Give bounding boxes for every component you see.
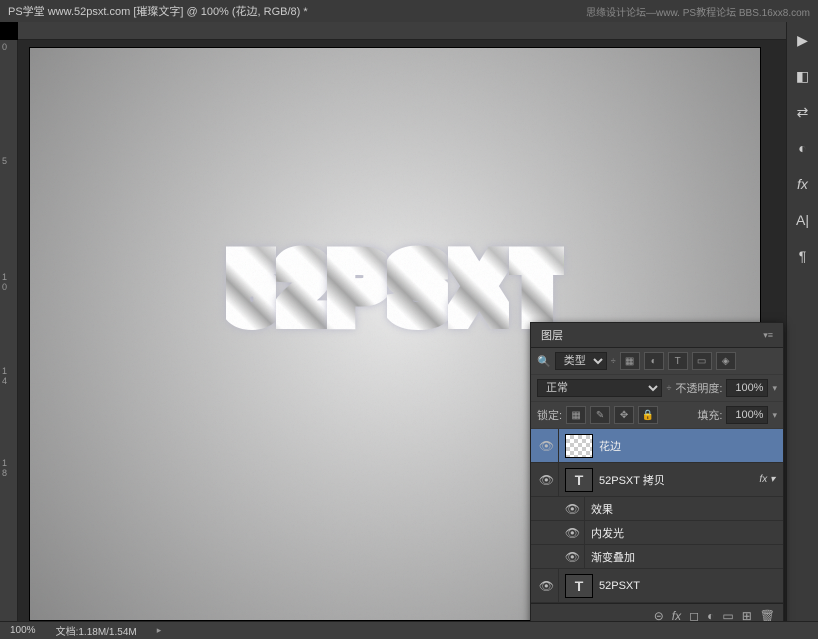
fx-badge[interactable]: fx ▾ [759, 474, 775, 485]
effect-label: 渐变叠加 [591, 549, 779, 565]
search-icon[interactable]: 🔍 [537, 355, 551, 368]
layer-thumbnail[interactable]: T [565, 468, 593, 492]
lock-row: 锁定: ▦ ✎ ✥ 🔒 填充: ▾ [531, 402, 783, 429]
lock-position-icon[interactable]: ✥ [614, 406, 634, 424]
layer-name[interactable]: 52PSXT 拷贝 [599, 472, 753, 488]
filter-row: 🔍 类型 ÷ ▦ ◐ T ▭ ◈ [531, 348, 783, 375]
filter-type-select[interactable]: 类型 [555, 352, 607, 370]
visibility-icon[interactable]: 👁 [561, 521, 585, 544]
fill-dropdown-icon[interactable]: ▾ [772, 410, 777, 421]
effect-inner-glow-row[interactable]: 👁 内发光 [531, 521, 783, 545]
visibility-icon[interactable]: 👁 [535, 429, 559, 462]
art-char-2: 2 [276, 234, 326, 342]
horizontal-ruler [18, 22, 786, 40]
effect-label: 效果 [591, 501, 779, 517]
panel-title: 图层 [541, 327, 563, 343]
layer-row[interactable]: 👁 T 52PSXT 拷贝 fx ▾ [531, 463, 783, 497]
zoom-level[interactable]: 100% [10, 625, 36, 636]
opacity-dropdown-icon[interactable]: ▾ [772, 383, 777, 394]
panel-header: 图层 ▾≡ [531, 323, 783, 348]
visibility-icon[interactable]: 👁 [535, 569, 559, 602]
play-icon[interactable]: ▶ [791, 28, 815, 52]
effects-row[interactable]: 👁 效果 [531, 497, 783, 521]
layer-row[interactable]: 👁 花边 [531, 429, 783, 463]
adjustments-icon[interactable]: ◐ [791, 136, 815, 160]
opacity-input[interactable] [726, 379, 768, 397]
title-bar: PS学堂 www.52psxt.com [璀璨文字] @ 100% (花边, R… [0, 0, 818, 22]
opacity-label: 不透明度: [675, 380, 722, 396]
visibility-icon[interactable]: 👁 [561, 497, 585, 520]
layer-list: 👁 花边 👁 T 52PSXT 拷贝 fx ▾ 👁 效果 👁 内发光 👁 渐变叠… [531, 429, 783, 603]
vertical-ruler: 0 5 10 14 18 [0, 40, 18, 621]
right-toolbar: ▶ ◧ ⇄ ◐ fx A| ¶ [786, 22, 818, 621]
status-bar: 100% 文档:1.18M/1.54M ▸ [0, 621, 818, 639]
styles-icon[interactable]: fx [791, 172, 815, 196]
artwork-text: 5 2 P S X T [226, 234, 564, 342]
lock-pixels-icon[interactable]: ✎ [590, 406, 610, 424]
filter-shape-icon[interactable]: ▭ [692, 352, 712, 370]
layer-thumbnail[interactable] [565, 434, 593, 458]
document-info: 文档:1.18M/1.54M [56, 623, 137, 638]
blend-row: 正常 ÷ 不透明度: ▾ [531, 375, 783, 402]
layer-row[interactable]: 👁 T 52PSXT [531, 569, 783, 603]
layers-panel: 图层 ▾≡ 🔍 类型 ÷ ▦ ◐ T ▭ ◈ 正常 ÷ 不透明度: ▾ 锁定: … [530, 322, 784, 628]
blend-mode-select[interactable]: 正常 [537, 379, 662, 397]
art-char-p: P [327, 234, 388, 342]
effect-gradient-row[interactable]: 👁 渐变叠加 [531, 545, 783, 569]
art-char-s: S [387, 234, 448, 342]
document-title: PS学堂 www.52psxt.com [璀璨文字] @ 100% (花边, R… [8, 3, 308, 19]
filter-pixel-icon[interactable]: ▦ [620, 352, 640, 370]
filter-text-icon[interactable]: T [668, 352, 688, 370]
layer-thumbnail[interactable]: T [565, 574, 593, 598]
art-char-x: X [448, 234, 509, 342]
watermark-text: 思缘设计论坛—www. PS教程论坛 BBS.16xx8.com [586, 4, 810, 19]
art-char-5: 5 [226, 234, 276, 342]
color-swatch-icon[interactable]: ◧ [791, 64, 815, 88]
swap-colors-icon[interactable]: ⇄ [791, 100, 815, 124]
character-icon[interactable]: A| [791, 208, 815, 232]
effect-label: 内发光 [591, 525, 779, 541]
filter-smart-icon[interactable]: ◈ [716, 352, 736, 370]
lock-all-icon[interactable]: 🔒 [638, 406, 658, 424]
chevron-down-icon[interactable]: ÷ [611, 356, 616, 366]
panel-menu-icon[interactable]: ▾≡ [763, 330, 773, 341]
paragraph-icon[interactable]: ¶ [791, 244, 815, 268]
status-menu-icon[interactable]: ▸ [157, 625, 162, 636]
layer-name[interactable]: 花边 [599, 438, 779, 454]
fill-input[interactable] [726, 406, 768, 424]
lock-transparent-icon[interactable]: ▦ [566, 406, 586, 424]
filter-adjust-icon[interactable]: ◐ [644, 352, 664, 370]
lock-label: 锁定: [537, 407, 562, 423]
layer-name[interactable]: 52PSXT [599, 580, 779, 592]
visibility-icon[interactable]: 👁 [535, 463, 559, 496]
fill-label: 填充: [697, 407, 722, 423]
visibility-icon[interactable]: 👁 [561, 545, 585, 568]
